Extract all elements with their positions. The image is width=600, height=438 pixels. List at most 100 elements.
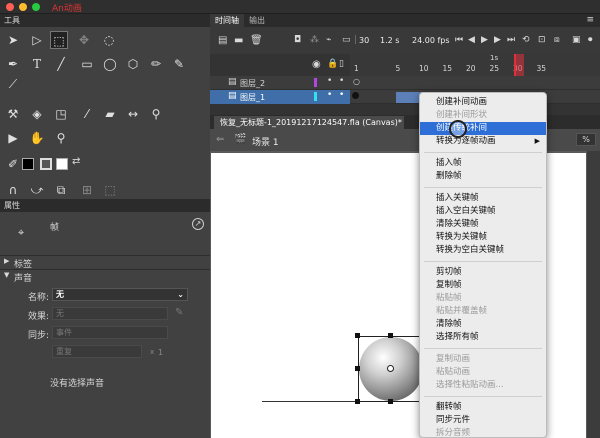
resize-handle[interactable] [388,333,393,338]
snap-to-objects-icon[interactable]: ∩ [4,181,22,199]
zoom-tool-icon[interactable]: ⚲ [52,129,70,147]
oval-tool-icon[interactable]: ◯ [101,55,119,73]
tab-output[interactable]: 输出 [244,14,270,27]
empty-keyframe-icon[interactable]: ○ [353,77,360,86]
pencil-tool-icon[interactable]: ✏ [147,55,165,73]
new-folder-icon[interactable]: ▬ [234,35,243,46]
show-hide-all-icon[interactable]: ◉ [312,59,321,70]
transform-point[interactable] [387,365,394,372]
smooth-icon[interactable]: ⤻ [28,181,46,199]
menu-item[interactable]: 同步元件 [420,414,546,427]
layer-visible-dot[interactable]: • [327,90,332,100]
selection-tool-icon[interactable]: ➤ [4,31,22,49]
play-icon[interactable]: ▶ [481,35,488,45]
transform-icon[interactable]: ⬚ [101,181,119,199]
subselection-tool-icon[interactable]: ▷ [28,31,46,49]
layer-lock-dot[interactable]: • [339,90,344,100]
menu-item[interactable]: 翻转帧 [420,401,546,414]
resize-handle[interactable] [355,399,360,404]
label-section-header[interactable]: ▶ 标签 [0,255,210,270]
swap-colors-icon[interactable]: ⇄ [72,156,80,167]
eyedropper-tool-icon[interactable]: ⁄ [78,105,96,123]
resize-handle[interactable] [355,333,360,338]
straighten-icon[interactable]: ⧉ [52,181,70,199]
menu-item[interactable]: 创建补间形状 [420,109,546,122]
menu-item[interactable]: 清除帧 [420,318,546,331]
step-forward-icon[interactable]: ▶ [494,35,501,45]
pin-tool-icon[interactable]: ⚲ [147,105,165,123]
menu-item[interactable]: 粘贴并覆盖帧 [420,305,546,318]
delete-layer-icon[interactable]: 🗑 [250,35,263,46]
menu-item[interactable]: 粘贴帧 [420,292,546,305]
layer-depth-icon[interactable]: ⁂ [310,35,319,45]
menu-item[interactable]: 转换为逐帧动画 ▶ [420,135,546,148]
line-tool-icon[interactable]: ╱ [52,55,70,73]
hand-tool-icon[interactable]: ✋ [28,129,46,147]
repeat-count[interactable]: 1 [158,348,163,357]
resize-handle[interactable] [355,366,360,371]
layer-name[interactable]: 图层_1 [240,92,265,103]
menu-item[interactable]: 转换为空白关键帧 [420,244,546,257]
onion-skin-outline-icon[interactable]: ⧈ [554,35,560,45]
menu-item[interactable]: 删除帧 [420,170,546,183]
edit-effect-icon[interactable]: ✎ [175,307,183,318]
fill-color-swatch[interactable] [56,158,68,170]
brush-tool-icon[interactable]: ✎ [170,55,188,73]
help-icon[interactable]: ↗ [192,218,204,230]
menu-item[interactable]: 创建传统补间 [420,122,546,135]
keyframe-icon[interactable] [352,92,359,99]
layer-visible-dot[interactable]: • [327,76,332,86]
text-tool-icon[interactable]: T [28,55,46,73]
sound-name-select[interactable]: 无 ⌄ [52,288,188,301]
close-window-button[interactable] [6,3,14,11]
free-transform-tool-icon[interactable]: ⬚ [50,31,68,49]
frame-rate[interactable]: 24.00 fps [412,36,450,45]
edit-multiple-frames-icon[interactable]: ▣ [572,35,581,45]
layer-name[interactable]: 图层_2 [240,78,265,89]
layer-lock-dot[interactable]: • [339,76,344,86]
resize-handle[interactable] [388,399,393,404]
camera-icon[interactable]: ◘ [294,35,301,45]
ink-bottle-tool-icon[interactable]: ◳ [52,105,70,123]
menu-item[interactable]: 复制帧 [420,279,546,292]
go-to-first-frame-icon[interactable]: ⏮ [455,35,463,45]
menu-item[interactable]: 选择性粘贴动画... [420,379,546,392]
sync-select[interactable]: 事件 [52,326,168,339]
menu-item[interactable]: 创建补间动画 [420,96,546,109]
width-tool-icon[interactable]: ↔ [124,105,142,123]
go-to-last-frame-icon[interactable]: ⏭ [507,35,515,45]
back-arrow-icon[interactable]: ⇐ [216,134,224,145]
menu-item[interactable]: 选择所有帧 [420,331,546,344]
new-layer-icon[interactable]: ▤ [218,35,227,46]
3d-rotation-tool-icon[interactable]: ✥ [75,31,93,49]
menu-item[interactable]: 转换为关键帧 [420,231,546,244]
polystar-tool-icon[interactable]: ⬡ [124,55,142,73]
menu-item[interactable]: 清除关键帧 [420,218,546,231]
document-tab[interactable]: 恢复_无标题-1_20191217124547.fla (Canvas)* [214,116,404,129]
menu-item[interactable]: 粘贴动画 [420,366,546,379]
lock-all-icon[interactable]: 🔒 [327,59,338,69]
align-icon[interactable]: ⊞ [78,181,96,199]
step-back-icon[interactable]: ◀ [468,35,475,45]
camera-tool-icon[interactable]: ▶ [4,129,22,147]
sound-section-header[interactable]: ▼ 声音 [0,269,210,284]
rectangle-tool-icon[interactable]: ▭ [78,55,96,73]
stroke-color-swatch[interactable] [22,158,34,170]
attach-layer-icon[interactable]: ⌁ [326,35,331,45]
paint-bucket-tool-icon[interactable]: ◈ [28,105,46,123]
minimize-window-button[interactable] [19,3,27,11]
current-frame[interactable]: 30 [359,36,369,45]
menu-item[interactable]: 插入关键帧 [420,192,546,205]
zoom-window-button[interactable] [32,3,40,11]
zoom-select[interactable]: % [576,133,596,146]
pen-tool-icon[interactable]: ✒ [4,55,22,73]
menu-item[interactable]: 剪切帧 [420,266,546,279]
marker-icon[interactable]: ⏺ [588,35,593,45]
scene-name[interactable]: 场景 1 [252,135,279,148]
menu-item[interactable]: 复制动画 [420,353,546,366]
tab-timeline[interactable]: 时间轴 [210,14,244,27]
panel-menu-icon[interactable]: ≡ [586,15,594,25]
loop-icon[interactable]: ⟲ [522,35,530,45]
elapsed-time[interactable]: 1.2 s [380,36,399,45]
paint-brush-tool-icon[interactable]: ⟋ [4,75,22,93]
